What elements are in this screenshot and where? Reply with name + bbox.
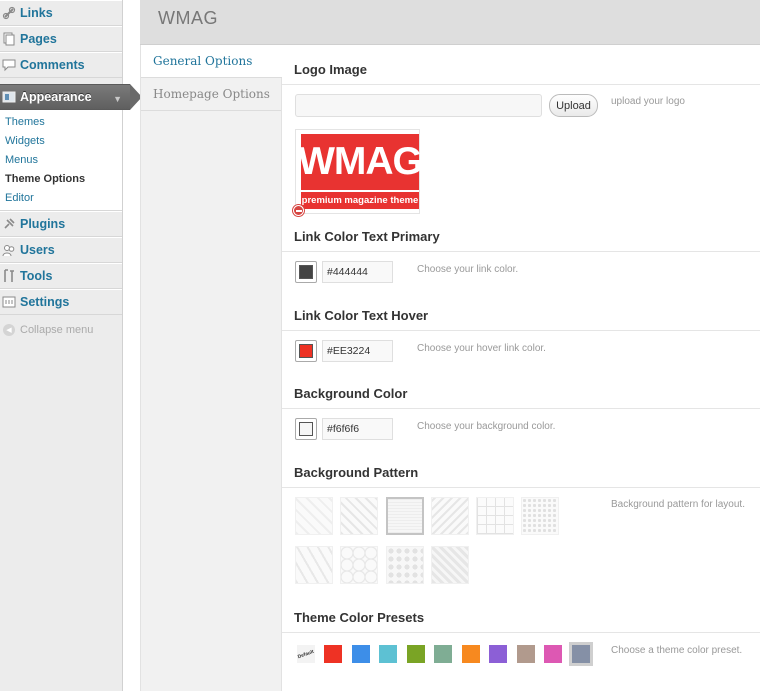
preset-swatch[interactable] (434, 645, 452, 663)
background-color-swatch[interactable] (295, 418, 317, 440)
options-panel: Logo Image Upload upload your logo WMAG … (282, 45, 760, 691)
pattern-option[interactable] (521, 497, 559, 535)
tab-homepage-options[interactable]: Homepage Options (141, 78, 281, 111)
preset-swatch[interactable] (379, 645, 397, 663)
upload-button[interactable]: Upload (549, 94, 598, 117)
preset-swatch[interactable] (406, 645, 425, 663)
users-icon (2, 243, 16, 257)
sidebar-item-comments[interactable]: Comments (0, 52, 122, 78)
sidebar-item-plugins[interactable]: Plugins (0, 211, 122, 237)
preset-default-label: Default (297, 648, 315, 660)
link-hover-description: Choose your hover link color. (417, 343, 546, 354)
comments-icon (2, 58, 16, 72)
submenu-item-themes[interactable]: Themes (0, 113, 122, 132)
divider (282, 251, 760, 252)
divider (282, 632, 760, 633)
sidebar-item-appearance[interactable]: Appearance ▼ (0, 84, 142, 110)
link-primary-title: Link Color Text Primary (294, 229, 440, 244)
pattern-option[interactable] (295, 546, 333, 584)
sidebar-item-label: Pages (20, 32, 57, 46)
page-title: WMAG (158, 8, 218, 28)
preset-swatch[interactable] (516, 645, 535, 663)
logo-description: upload your logo (611, 96, 685, 107)
sidebar-item-label: Comments (20, 58, 85, 72)
color-swatch-fill (299, 265, 313, 279)
pattern-option[interactable] (386, 497, 424, 535)
pattern-option[interactable] (340, 497, 378, 535)
collapse-menu-label: Collapse menu (20, 324, 94, 336)
background-color-input[interactable]: #f6f6f6 (322, 418, 393, 440)
divider (282, 408, 760, 409)
sidebar-item-tools[interactable]: Tools (0, 263, 122, 289)
theme-presets-title: Theme Color Presets (294, 610, 425, 625)
sidebar-item-users[interactable]: Users (0, 237, 122, 263)
divider (282, 84, 760, 85)
pattern-option[interactable] (295, 497, 333, 535)
pages-icon (2, 32, 16, 46)
pattern-option[interactable] (476, 497, 514, 535)
remove-logo-icon[interactable] (293, 205, 304, 216)
plugins-icon (2, 217, 16, 231)
pattern-option[interactable] (431, 497, 469, 535)
options-header: WMAG (140, 0, 760, 45)
pattern-option[interactable] (340, 546, 378, 584)
submenu-item-editor[interactable]: Editor (0, 189, 122, 208)
admin-sidebar: Links Pages Comments Appearance ▼ Themes… (0, 0, 142, 691)
background-pattern-description: Background pattern for layout. (611, 499, 745, 510)
logo-tagline: premium magazine theme (301, 192, 419, 209)
settings-icon (2, 295, 16, 309)
divider (282, 487, 760, 488)
appearance-icon (2, 90, 16, 104)
tools-icon (2, 269, 16, 283)
logo-section-title: Logo Image (294, 62, 367, 77)
sidebar-item-label: Tools (20, 269, 53, 283)
tab-general-options[interactable]: General Options (141, 45, 282, 78)
logo-url-input[interactable] (295, 94, 542, 117)
link-hover-title: Link Color Text Hover (294, 308, 429, 323)
sidebar-item-label: Users (20, 243, 55, 257)
background-color-description: Choose your background color. (417, 421, 556, 432)
theme-presets-description: Choose a theme color preset. (611, 645, 743, 656)
chevron-down-icon[interactable]: ▼ (113, 94, 122, 104)
sidebar-item-settings[interactable]: Settings (0, 289, 122, 315)
link-primary-input[interactable]: #444444 (322, 261, 393, 283)
color-swatch-fill (299, 344, 313, 358)
color-swatch-fill (299, 422, 313, 436)
background-pattern-title: Background Pattern (294, 465, 419, 480)
divider (282, 330, 760, 331)
sidebar-item-links[interactable]: Links (0, 0, 122, 26)
preset-swatch[interactable] (489, 645, 507, 663)
collapse-menu-button[interactable]: ◀ Collapse menu (0, 315, 122, 336)
pattern-option[interactable] (431, 546, 469, 584)
preset-swatch[interactable] (544, 645, 562, 663)
link-hover-swatch[interactable] (295, 340, 317, 362)
preset-swatch[interactable] (568, 642, 593, 666)
sidebar-item-label: Plugins (20, 217, 66, 231)
sidebar-item-label: Links (20, 6, 53, 20)
pattern-option[interactable] (386, 546, 424, 584)
link-primary-description: Choose your link color. (417, 264, 519, 275)
link-hover-input[interactable]: #EE3224 (322, 340, 393, 362)
submenu-item-menus[interactable]: Menus (0, 151, 122, 170)
sidebar-item-label: Settings (20, 295, 70, 309)
preset-swatch[interactable] (324, 645, 342, 663)
preset-default[interactable]: Default (297, 645, 315, 663)
submenu-item-widgets[interactable]: Widgets (0, 132, 122, 151)
collapse-arrow-icon: ◀ (3, 324, 15, 336)
background-color-title: Background Color (294, 386, 408, 401)
preset-swatch[interactable] (461, 645, 480, 663)
logo-text: WMAG (298, 134, 423, 190)
options-tabs: General Options Homepage Options (140, 45, 282, 691)
preset-swatch[interactable] (351, 645, 370, 663)
submenu-item-theme-options[interactable]: Theme Options (0, 170, 122, 189)
link-primary-swatch[interactable] (295, 261, 317, 283)
sidebar-item-label: Appearance (20, 90, 92, 104)
logo-preview: WMAG premium magazine theme (295, 129, 423, 214)
links-icon (2, 6, 16, 20)
sidebar-item-pages[interactable]: Pages (0, 26, 122, 52)
appearance-submenu: Themes Widgets Menus Theme Options Edito… (0, 110, 122, 211)
